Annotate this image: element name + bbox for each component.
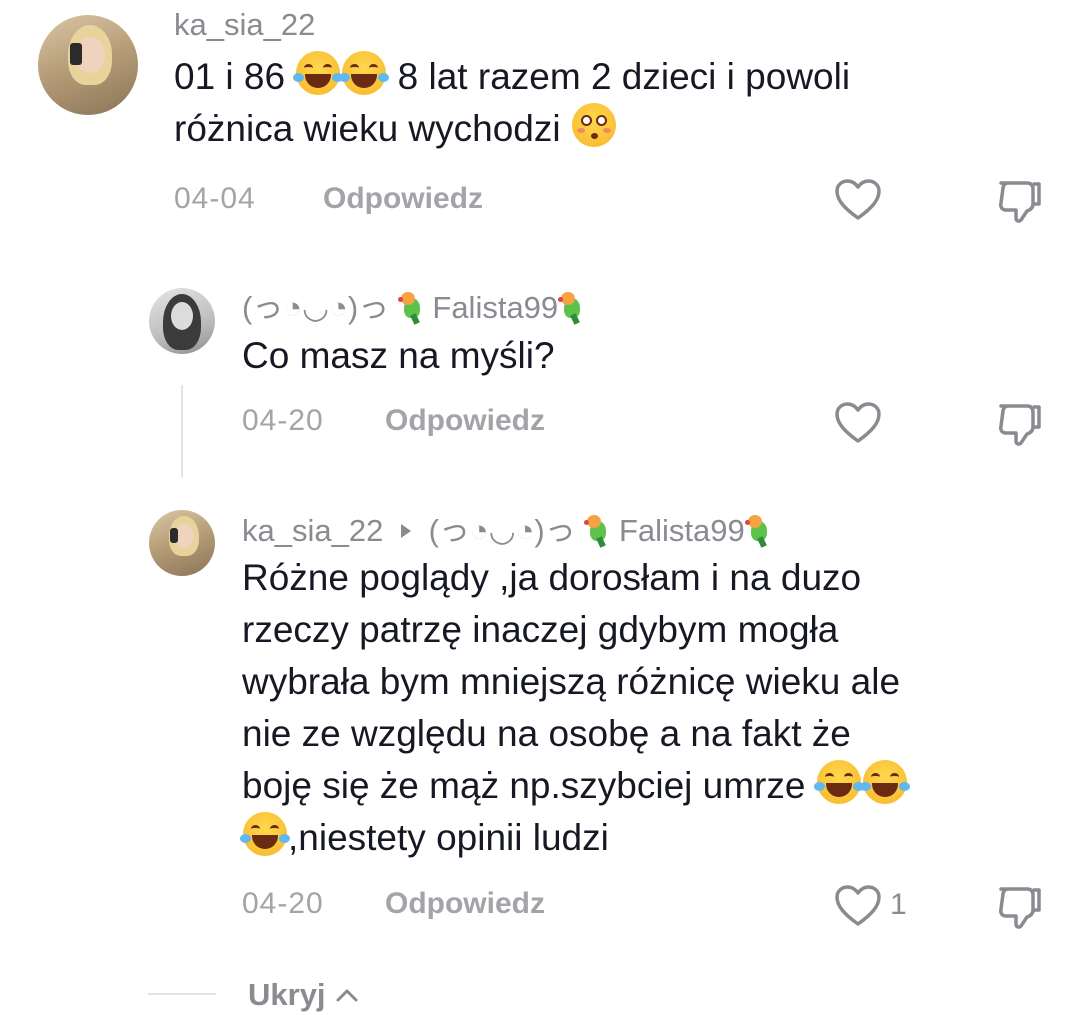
chevron-up-icon xyxy=(336,989,358,1002)
reply-button[interactable]: Odpowiedz xyxy=(385,404,545,438)
like-count: 1 xyxy=(890,888,907,921)
laughing-tears-emoji xyxy=(240,812,290,856)
laughing-tears-emoji xyxy=(859,760,910,804)
laughing-tears-emoji xyxy=(339,51,390,95)
reply-username[interactable]: (っ◔◡◔)っ Falista99 xyxy=(242,282,584,327)
thread-line xyxy=(181,385,183,477)
thumbs-down-icon[interactable] xyxy=(995,178,1043,224)
hide-replies-button[interactable]: Ukryj xyxy=(248,977,360,1013)
heart-icon[interactable] xyxy=(834,178,882,222)
reply-button[interactable]: Odpowiedz xyxy=(385,887,545,921)
parrot-emoji xyxy=(584,515,610,548)
reply-date: 04-20 xyxy=(242,404,324,437)
comment-username[interactable]: ka_sia_22 xyxy=(174,7,315,43)
thumbs-down-icon[interactable] xyxy=(995,884,1043,930)
reply-text: Różne poglądy ,ja dorosłam i na duzo rze… xyxy=(240,552,1042,864)
flushed-face-emoji xyxy=(571,103,616,147)
avatar[interactable] xyxy=(149,510,215,576)
heart-icon[interactable] xyxy=(834,401,882,445)
reply-date: 04-20 xyxy=(242,887,324,920)
reply-username[interactable]: ka_sia_22 (っ◔◡◔)っ Falista99 xyxy=(242,505,771,550)
caret-right-icon xyxy=(400,524,411,538)
reply-button[interactable]: Odpowiedz xyxy=(323,182,483,216)
parrot-emoji xyxy=(397,292,424,325)
divider xyxy=(148,993,216,995)
heart-icon[interactable] xyxy=(834,884,882,928)
avatar[interactable] xyxy=(149,288,215,354)
hide-replies-label: Ukryj xyxy=(248,977,326,1012)
comment-text: 01 i 86 8 lat razem 2 dzieci i powoli ró… xyxy=(174,51,1034,155)
laughing-tears-emoji xyxy=(813,760,864,804)
thumbs-down-icon[interactable] xyxy=(995,401,1043,447)
reply-text: Co masz na myśli? xyxy=(242,335,555,376)
comment-date: 04-04 xyxy=(174,182,256,215)
parrot-emoji xyxy=(744,515,771,548)
parrot-emoji xyxy=(558,292,584,325)
laughing-tears-emoji xyxy=(293,51,344,95)
avatar[interactable] xyxy=(38,15,138,115)
